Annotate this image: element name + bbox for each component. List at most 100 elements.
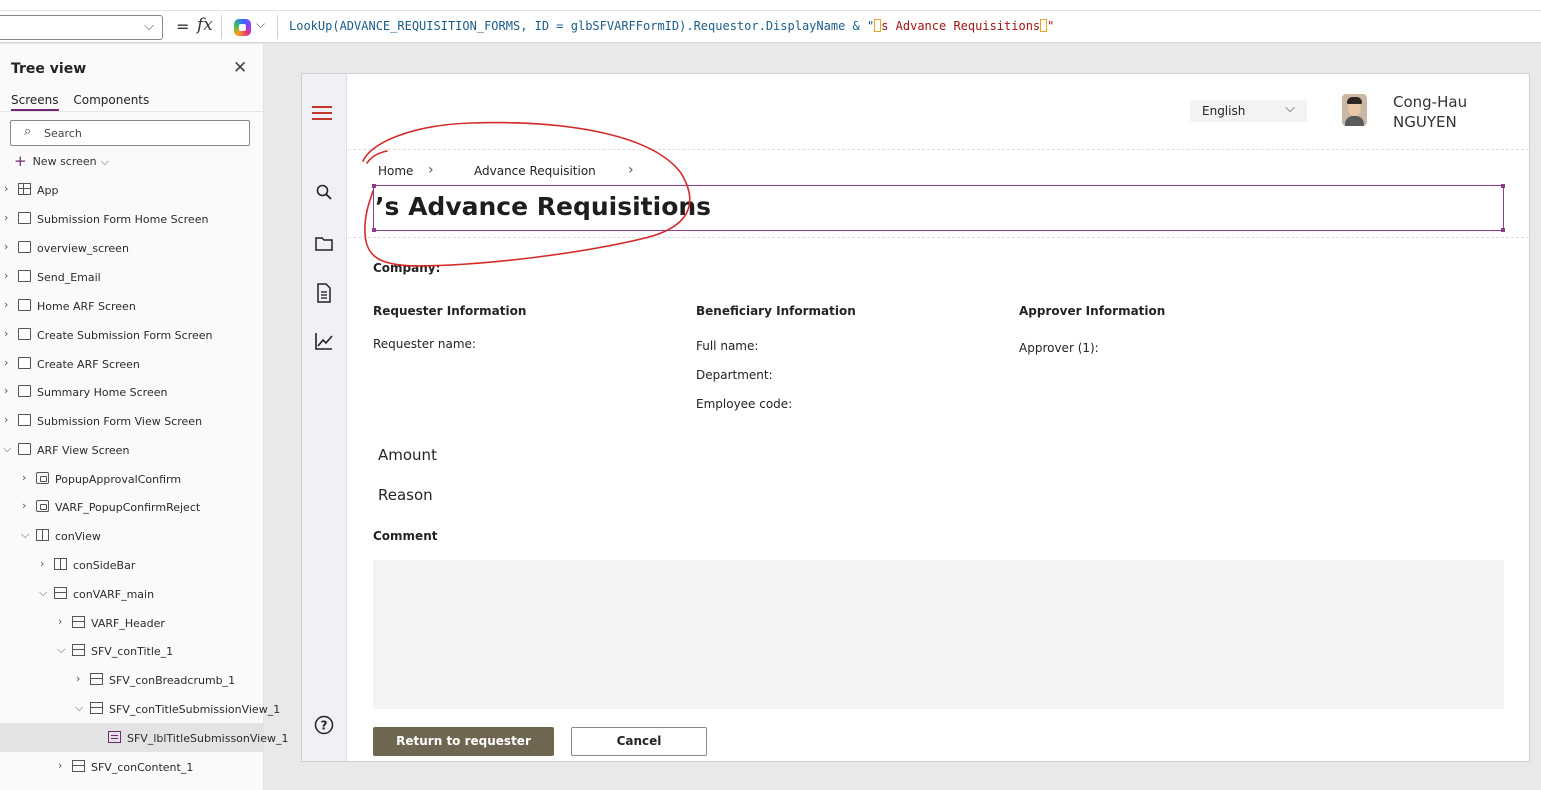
resize-handle[interactable] <box>1501 228 1505 232</box>
tree-item-screen[interactable]: › Send_Email <box>0 262 264 291</box>
return-to-requester-button[interactable]: Return to requester <box>373 727 554 756</box>
tree-item-screen[interactable]: › Create ARF Screen <box>0 349 264 378</box>
tree-item-component[interactable]: › PopupApprovalConfirm <box>0 464 264 493</box>
tree-item-container[interactable]: › SFV_conBreadcrumb_1 <box>0 665 264 694</box>
chevron-down-icon: ⌵ <box>1285 101 1295 116</box>
tree-item-app[interactable]: › App <box>0 175 264 204</box>
chevron-right-icon[interactable]: › <box>58 759 62 772</box>
chevron-right-icon[interactable]: › <box>4 384 8 397</box>
tree-item-label: SFV_conBreadcrumb_1 <box>109 674 236 687</box>
chevron-right-icon[interactable]: › <box>4 269 8 282</box>
screen-icon <box>18 241 31 253</box>
screen-icon <box>18 357 31 369</box>
tab-screens[interactable]: Screens <box>11 93 59 111</box>
chevron-down-icon[interactable]: ⌵ <box>75 701 83 715</box>
tree-item-label: conSideBar <box>73 559 136 572</box>
tree-tabs: Screens Components <box>11 93 160 111</box>
chevron-right-icon[interactable]: › <box>22 499 26 512</box>
comment-textarea[interactable] <box>373 560 1504 709</box>
plus-icon: + <box>14 152 27 170</box>
resize-handle[interactable] <box>1501 184 1505 188</box>
tree-item-container[interactable]: › conSideBar <box>0 550 264 579</box>
tree-item-container[interactable]: ⌵ SFV_conTitleSubmissionView_1 <box>0 694 280 723</box>
tree-item-screen[interactable]: › Submission Form Home Screen <box>0 204 264 233</box>
fx-icon[interactable]: fx <box>197 15 213 35</box>
tree-item-label: SFV_lblTitleSubmissonView_1 <box>127 732 289 745</box>
chevron-right-icon[interactable]: › <box>4 356 8 369</box>
search-input[interactable]: ⌕ Search <box>10 120 250 146</box>
tree-item-label: SFV_conTitle_1 <box>91 645 174 658</box>
chevron-right-icon[interactable]: › <box>4 211 8 224</box>
side-nav: ? <box>302 74 347 761</box>
formula-text: LookUp(ADVANCE_REQUISITION_FORMS, ID = g… <box>289 19 875 33</box>
tree-item-container[interactable]: ⌵ conView <box>0 521 264 550</box>
chevron-down-icon[interactable]: ⌵ <box>21 528 29 542</box>
requester-heading: Requester Information <box>373 304 527 318</box>
document-list-icon[interactable] <box>310 283 338 311</box>
formula-quote: " <box>1047 19 1055 33</box>
tab-components[interactable]: Components <box>73 93 149 107</box>
breadcrumb-advance-requisition[interactable]: Advance Requisition <box>474 164 596 178</box>
beneficiary-heading: Beneficiary Information <box>696 304 856 318</box>
tree-item-screen[interactable]: ⌵ ARF View Screen <box>0 435 264 464</box>
chevron-right-icon[interactable]: › <box>22 471 26 484</box>
resize-handle[interactable] <box>372 228 376 232</box>
language-dropdown[interactable]: English ⌵ <box>1190 100 1307 122</box>
chevron-down-icon[interactable]: ⌵ <box>57 643 65 657</box>
resize-handle[interactable] <box>372 184 376 188</box>
chevron-right-icon[interactable]: › <box>4 413 8 426</box>
property-dropdown[interactable]: ⌵ <box>0 15 163 40</box>
tree-item-screen[interactable]: › Home ARF Screen <box>0 291 264 320</box>
tree-item-screen[interactable]: › Summary Home Screen <box>0 377 264 406</box>
tree-item-label: PopupApprovalConfirm <box>55 473 182 486</box>
tree-item-screen[interactable]: › Submission Form View Screen <box>0 406 264 435</box>
close-icon[interactable]: ✕ <box>233 58 247 78</box>
tree-item-container[interactable]: › SFV_conContent_1 <box>0 752 264 781</box>
tree-item-container[interactable]: › VARF_Header <box>0 608 264 637</box>
hamburger-menu-icon[interactable] <box>312 106 332 124</box>
copilot-button[interactable]: ⌵ <box>232 17 270 37</box>
chevron-right-icon[interactable]: › <box>4 327 8 340</box>
folder-icon[interactable] <box>310 234 338 262</box>
tree-item-screen[interactable]: › Create Submission Form Screen <box>0 320 264 349</box>
chevron-right-icon[interactable]: › <box>40 557 44 570</box>
search-icon: ⌕ <box>24 124 32 139</box>
chevron-right-icon[interactable]: › <box>4 182 8 195</box>
copilot-icon <box>234 19 251 36</box>
app-icon <box>18 183 31 195</box>
tree-item-container[interactable]: ⌵ SFV_conTitle_1 <box>0 636 264 665</box>
chevron-down-icon: ⌵ <box>256 17 266 31</box>
screen-icon <box>18 328 31 340</box>
title-label-selected[interactable]: ’s Advance Requisitions <box>372 184 1505 232</box>
cancel-button[interactable]: Cancel <box>571 727 707 756</box>
tree-item-label-control[interactable]: SFV_lblTitleSubmissonView_1 <box>0 723 288 752</box>
tree-item-screen[interactable]: › overview_screen <box>0 233 264 262</box>
chevron-right-icon[interactable]: › <box>76 672 80 685</box>
tree-item-label: Submission Form View Screen <box>37 415 203 428</box>
chevron-right-icon: › <box>428 162 434 178</box>
new-screen-button[interactable]: + New screen ⌵ <box>14 152 109 170</box>
chevron-right-icon[interactable]: › <box>58 615 62 628</box>
new-screen-label: New screen <box>32 155 97 168</box>
app-header: English ⌵ Cong-Hau NGUYEN <box>348 74 1529 150</box>
vertical-container-icon <box>72 760 85 772</box>
search-placeholder: Search <box>44 127 82 140</box>
chevron-right-icon[interactable]: › <box>4 298 8 311</box>
amount-label: Amount <box>378 446 437 464</box>
tree-item-label: ARF View Screen <box>37 444 130 457</box>
breadcrumb-home[interactable]: Home <box>378 164 413 178</box>
formula-input[interactable]: LookUp(ADVANCE_REQUISITION_FORMS, ID = g… <box>289 19 1054 33</box>
chevron-down-icon[interactable]: ⌵ <box>3 442 11 456</box>
chart-line-icon[interactable] <box>310 331 338 359</box>
chevron-right-icon[interactable]: › <box>4 240 8 253</box>
screen-icon <box>18 270 31 282</box>
tree-item-label: App <box>37 184 59 197</box>
tree-item-container[interactable]: ⌵ conVARF_main <box>0 579 264 608</box>
search-icon[interactable] <box>310 182 338 210</box>
user-name-line2: NGUYEN <box>1393 113 1457 131</box>
tree-item-label: Home ARF Screen <box>37 300 136 313</box>
tree-item-component[interactable]: › VARF_PopupConfirmReject <box>0 492 264 521</box>
help-icon[interactable]: ? <box>310 715 338 743</box>
chevron-down-icon[interactable]: ⌵ <box>39 586 47 600</box>
divider <box>348 237 1529 238</box>
